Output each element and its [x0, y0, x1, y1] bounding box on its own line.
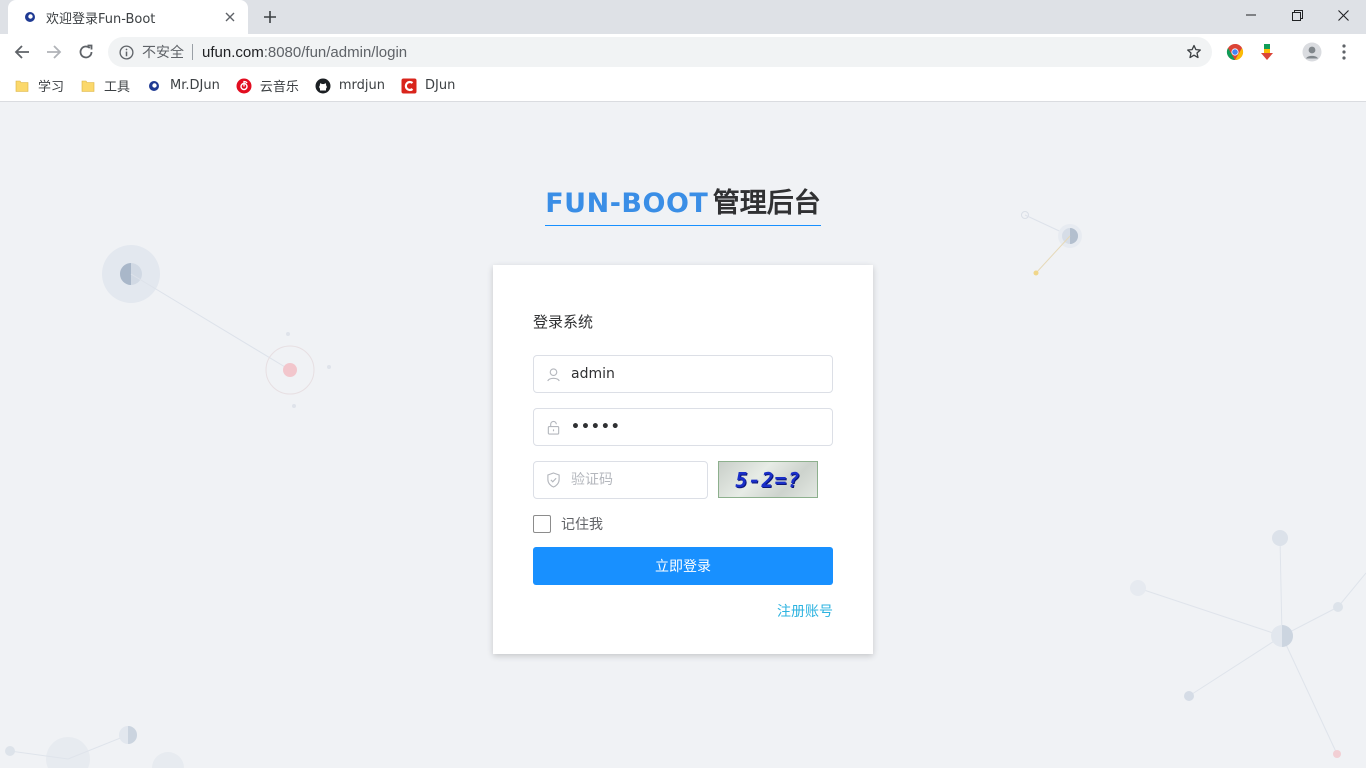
site-favicon-icon — [22, 9, 38, 25]
browser-tabstrip: 欢迎登录Fun-Boot — [0, 0, 1366, 34]
bookmark-item[interactable]: DJun — [401, 74, 455, 98]
page-title: FUN-BOOT 管理后台 — [0, 187, 1366, 226]
tab-title: 欢迎登录Fun-Boot — [46, 11, 156, 27]
github-icon — [315, 78, 331, 94]
bookmark-label: 工具 — [104, 80, 131, 95]
close-window-icon[interactable] — [1320, 0, 1366, 30]
profile-avatar-icon[interactable] — [1302, 42, 1322, 62]
login-card: 登录系统 admin ••••• 5-2=? 记住我 立即登录 — [493, 265, 873, 654]
username-field[interactable]: admin — [533, 355, 833, 393]
omnibox-divider — [192, 44, 193, 60]
brand-name: FUN-BOOT — [545, 188, 709, 219]
netease-music-icon — [236, 78, 252, 94]
new-tab-button[interactable] — [258, 5, 282, 29]
page-title-underline: FUN-BOOT 管理后台 — [545, 187, 821, 226]
browser-toolbar: 不安全 ufun.com:8080/fun/admin/login — [0, 34, 1366, 70]
download-extension-icon[interactable] — [1257, 42, 1277, 62]
forward-icon[interactable] — [40, 38, 68, 66]
folder-icon — [80, 78, 96, 94]
page-subtitle: 管理后台 — [712, 188, 821, 219]
tab-close-icon[interactable] — [222, 9, 238, 25]
url-host: ufun.com — [202, 43, 264, 61]
bookmark-item[interactable]: 学习 — [14, 74, 64, 98]
address-bar[interactable]: 不安全 ufun.com:8080/fun/admin/login — [108, 37, 1212, 67]
bookmark-item[interactable]: 云音乐 — [236, 74, 299, 98]
bookmark-item[interactable]: Mr.DJun — [146, 74, 220, 98]
info-icon[interactable] — [118, 44, 134, 60]
bookmark-label: 云音乐 — [259, 80, 299, 95]
reload-icon[interactable] — [72, 38, 100, 66]
url-path: :8080/fun/admin/login — [263, 43, 408, 61]
password-field[interactable]: ••••• — [533, 408, 833, 446]
back-icon[interactable] — [8, 38, 36, 66]
login-page: FUN-BOOT 管理后台 登录系统 admin ••••• 5-2=? — [0, 103, 1366, 768]
bookmark-item[interactable]: 工具 — [80, 74, 130, 98]
captcha-field[interactable] — [533, 461, 708, 499]
folder-icon — [14, 78, 30, 94]
bookmark-label: DJun — [425, 78, 456, 93]
login-button[interactable]: 立即登录 — [533, 547, 833, 585]
restore-icon[interactable] — [1274, 0, 1320, 30]
chrome-extension-icon[interactable] — [1225, 42, 1245, 62]
bookmark-star-icon[interactable] — [1186, 44, 1202, 60]
csdn-icon — [401, 78, 417, 94]
captcha-image[interactable]: 5-2=? — [718, 461, 818, 498]
bookmark-label: 学习 — [38, 80, 65, 95]
bookmark-item[interactable]: mrdjun — [315, 74, 385, 98]
remember-me[interactable]: 记住我 — [533, 514, 603, 534]
register-link[interactable]: 注册账号 — [777, 601, 833, 621]
bookmark-label: mrdjun — [338, 78, 385, 93]
browser-tab[interactable]: 欢迎登录Fun-Boot — [8, 0, 248, 34]
browser-menu-icon[interactable] — [1334, 42, 1354, 62]
login-heading: 登录系统 — [533, 313, 594, 331]
security-label: 不安全 — [142, 45, 184, 61]
captcha-input[interactable] — [571, 472, 701, 488]
shield-icon — [545, 472, 561, 488]
password-input[interactable]: ••••• — [571, 419, 811, 435]
remember-label: 记住我 — [561, 517, 603, 533]
remember-checkbox[interactable] — [533, 515, 551, 533]
user-icon — [545, 366, 561, 382]
url-text[interactable]: ufun.com:8080/fun/admin/login — [202, 44, 407, 61]
bookmark-label: Mr.DJun — [170, 78, 220, 93]
bookmarks-bar: 学习 工具 Mr.DJun 云音乐 mrdjun DJun — [0, 70, 1366, 102]
captcha-text: 5-2=? — [735, 467, 801, 492]
site-icon — [146, 78, 162, 94]
username-input[interactable]: admin — [571, 366, 811, 382]
lock-icon — [545, 419, 561, 435]
minimize-icon[interactable] — [1228, 0, 1274, 30]
